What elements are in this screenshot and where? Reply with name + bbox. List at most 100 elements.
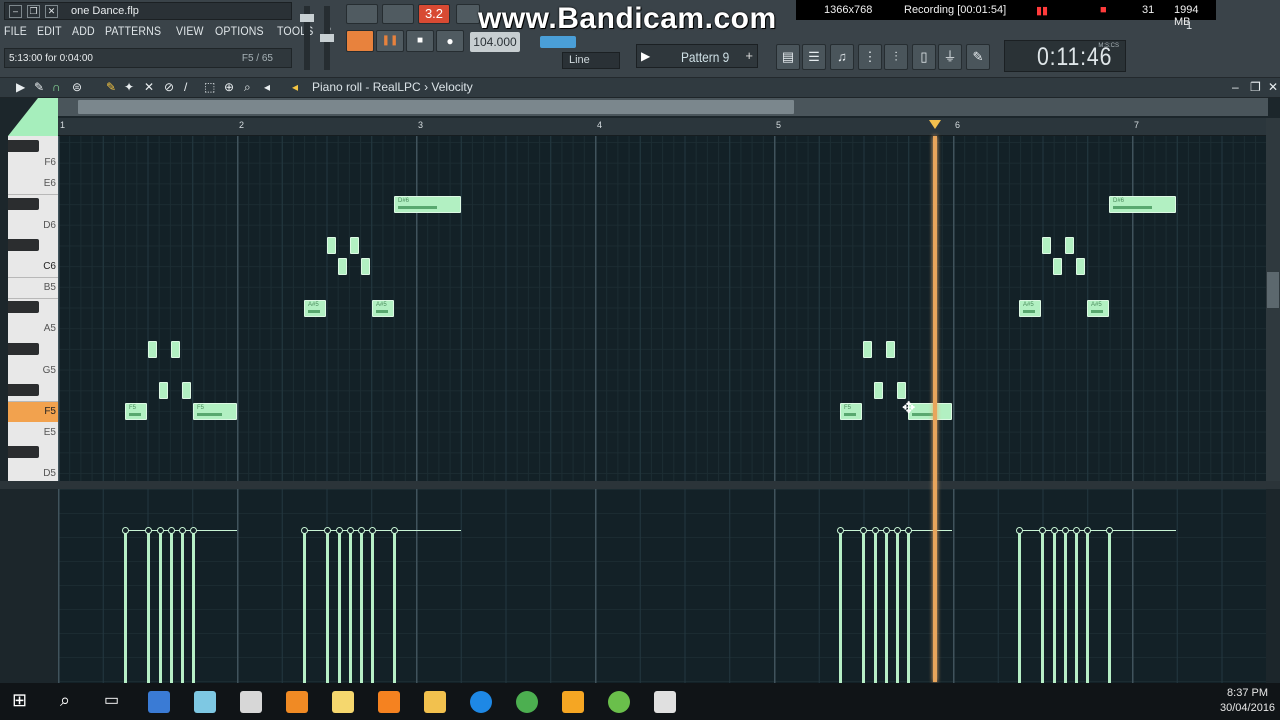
black-key[interactable] (8, 301, 39, 313)
project-info-icon[interactable]: ▯ (912, 44, 936, 70)
velocity-bar[interactable] (338, 530, 341, 683)
select-tool-icon[interactable]: ⬚ (204, 80, 215, 94)
velocity-handle[interactable] (894, 527, 901, 534)
note[interactable]: F5 (840, 403, 862, 420)
app-icon[interactable] (286, 691, 308, 713)
velocity-bar[interactable] (1108, 530, 1111, 683)
note[interactable] (361, 258, 370, 275)
playhead[interactable] (933, 136, 937, 682)
event-pane-divider[interactable] (0, 481, 1280, 489)
note[interactable] (159, 382, 168, 399)
close-icon[interactable]: ✕ (45, 5, 58, 18)
velocity-bar[interactable] (1086, 530, 1089, 683)
speaker-icon[interactable]: ◂ (264, 80, 270, 94)
velocity-handle[interactable] (358, 527, 365, 534)
velocity-bar[interactable] (1075, 530, 1078, 683)
search-icon[interactable]: ⌕ (244, 80, 251, 95)
menu-edit[interactable]: EDIT (37, 24, 62, 42)
note[interactable] (1065, 237, 1074, 254)
velocity-bar[interactable] (1018, 530, 1021, 683)
wrench-icon[interactable]: ✎ (34, 80, 44, 94)
song-time-display[interactable]: 0:11:46 M:S:CS (1004, 40, 1126, 72)
file-explorer-icon[interactable] (424, 691, 446, 713)
store-icon[interactable] (148, 691, 170, 713)
note[interactable] (182, 382, 191, 399)
velocity-handle[interactable] (324, 527, 331, 534)
velocity-bar[interactable] (159, 530, 162, 683)
magnet-icon[interactable]: ∩ (52, 80, 61, 94)
app-icon[interactable] (332, 691, 354, 713)
minimize-pianoroll-icon[interactable]: – (1232, 80, 1239, 94)
search-icon[interactable]: ⌕ (60, 690, 70, 711)
note[interactable] (171, 341, 180, 358)
note[interactable] (148, 341, 157, 358)
note-grid[interactable]: F5 F5 A#5 A#5 D#6 F5 A#5 A#5 D#6 ✥ (58, 136, 1266, 481)
velocity-handle[interactable] (883, 527, 890, 534)
note[interactable] (863, 341, 872, 358)
velocity-bar[interactable] (124, 530, 127, 683)
stop-button[interactable]: ■ (406, 30, 434, 52)
restore-icon[interactable]: ❐ (27, 5, 40, 18)
velocity-handle[interactable] (837, 527, 844, 534)
velocity-handle[interactable] (1016, 527, 1023, 534)
playlist-icon[interactable]: ▤ (776, 44, 800, 70)
black-key[interactable] (8, 446, 39, 458)
note[interactable] (1076, 258, 1085, 275)
slice-tool-icon[interactable]: / (184, 80, 187, 94)
snap-icon[interactable] (540, 36, 576, 48)
browser-icon[interactable]: ⋮ (858, 44, 882, 70)
close-pianoroll-icon[interactable]: ✕ (1268, 80, 1278, 94)
note[interactable] (874, 382, 883, 399)
note[interactable] (1053, 258, 1062, 275)
velocity-handle[interactable] (347, 527, 354, 534)
chrome-icon[interactable] (516, 691, 538, 713)
draw-tool-icon[interactable]: ✎ (106, 80, 116, 94)
velocity-bar[interactable] (371, 530, 374, 683)
velocity-bar[interactable] (170, 530, 173, 683)
menu-patterns[interactable]: PATTERNS (105, 24, 161, 42)
velocity-bar[interactable] (326, 530, 329, 683)
velocity-bar[interactable] (839, 530, 842, 683)
playhead-marker[interactable] (929, 120, 941, 129)
velocity-handle[interactable] (1062, 527, 1069, 534)
note[interactable]: D#6 (394, 196, 461, 213)
velocity-bar[interactable] (1041, 530, 1044, 683)
stop-record-icon[interactable]: ■ (1100, 4, 1107, 16)
minimize-icon[interactable]: – (9, 5, 22, 18)
velocity-handle[interactable] (190, 527, 197, 534)
master-pitch-handle[interactable] (320, 34, 334, 42)
vertical-scroll-thumb[interactable] (1267, 272, 1279, 308)
velocity-bar[interactable] (181, 530, 184, 683)
velocity-handle[interactable] (145, 527, 152, 534)
blend-icon[interactable] (456, 4, 480, 24)
velocity-bar[interactable] (874, 530, 877, 683)
mute-tool-icon[interactable]: ⊘ (164, 80, 174, 94)
velocity-bar[interactable] (303, 530, 306, 683)
system-clock[interactable]: 8:37 PM 30/04/2016 (1220, 686, 1275, 716)
black-key[interactable] (8, 140, 39, 152)
plugin-icon[interactable]: ⏚ (938, 44, 962, 70)
note[interactable] (1042, 237, 1051, 254)
velocity-bar[interactable] (885, 530, 888, 683)
velocity-bar[interactable] (862, 530, 865, 683)
stepseq-icon[interactable]: ☰ (802, 44, 826, 70)
menu-arrow-icon[interactable]: ▶ (16, 80, 25, 94)
menu-file[interactable]: FILE (4, 24, 27, 42)
note[interactable]: F5 (193, 403, 237, 420)
paint-tool-icon[interactable]: ✦ (124, 80, 134, 94)
task-view-icon[interactable]: ▭ (104, 690, 119, 710)
velocity-bar[interactable] (147, 530, 150, 683)
velocity-handle[interactable] (1106, 527, 1113, 534)
velocity-handle[interactable] (336, 527, 343, 534)
note[interactable]: A#5 (372, 300, 394, 317)
edge-icon[interactable] (470, 691, 492, 713)
velocity-handle[interactable] (872, 527, 879, 534)
velocity-bar[interactable] (393, 530, 396, 683)
pattern-selector[interactable]: ▶ Pattern 9 + (636, 44, 758, 68)
fl-studio-icon[interactable] (562, 691, 584, 713)
pattern-arrow-icon[interactable]: ▶ (641, 49, 650, 63)
note[interactable] (897, 382, 906, 399)
mixer-icon[interactable]: ⫶ (884, 44, 908, 70)
velocity-bar[interactable] (1053, 530, 1056, 683)
pianoroll-icon[interactable]: ♫ (830, 44, 854, 70)
